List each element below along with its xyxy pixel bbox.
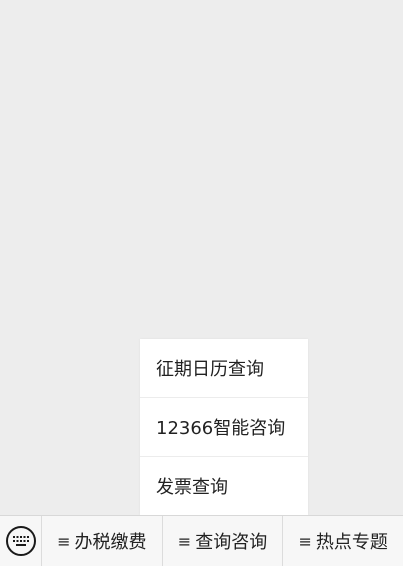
bottom-menu-bar: ≡ 办税缴费 ≡ 查询咨询 ≡ 热点专题 [0,515,403,566]
hamburger-icon: ≡ [177,531,192,551]
menu-tab-hot-topics[interactable]: ≡ 热点专题 [283,516,403,566]
hamburger-icon: ≡ [57,531,71,551]
submenu-item-label: 征期日历查询 [156,359,264,380]
menu-tab-label: 办税缴费 [74,532,147,553]
keyboard-toggle-button[interactable] [0,515,42,566]
menu-tab-label: 热点专题 [315,532,388,553]
submenu-popup: 征期日历查询 12366智能咨询 发票查询 [140,339,308,515]
chat-screen: 征期日历查询 12366智能咨询 发票查询 ≡ 办税缴费 ≡ 查询咨询 ≡ 热点… [0,0,403,566]
submenu-item-label: 12366智能咨询 [156,418,286,439]
submenu-item-tax-calendar[interactable]: 征期日历查询 [140,339,308,398]
submenu-item-label: 发票查询 [156,477,228,498]
submenu-item-invoice-query[interactable]: 发票查询 [140,457,308,515]
menu-tab-label: 查询咨询 [195,532,268,553]
menu-tab-query-consult[interactable]: ≡ 查询咨询 [163,515,284,566]
menu-tab-tax-payment[interactable]: ≡ 办税缴费 [42,515,163,566]
hamburger-icon: ≡ [298,531,312,551]
submenu-item-smart-consult[interactable]: 12366智能咨询 [140,398,308,457]
keyboard-icon [5,526,36,556]
